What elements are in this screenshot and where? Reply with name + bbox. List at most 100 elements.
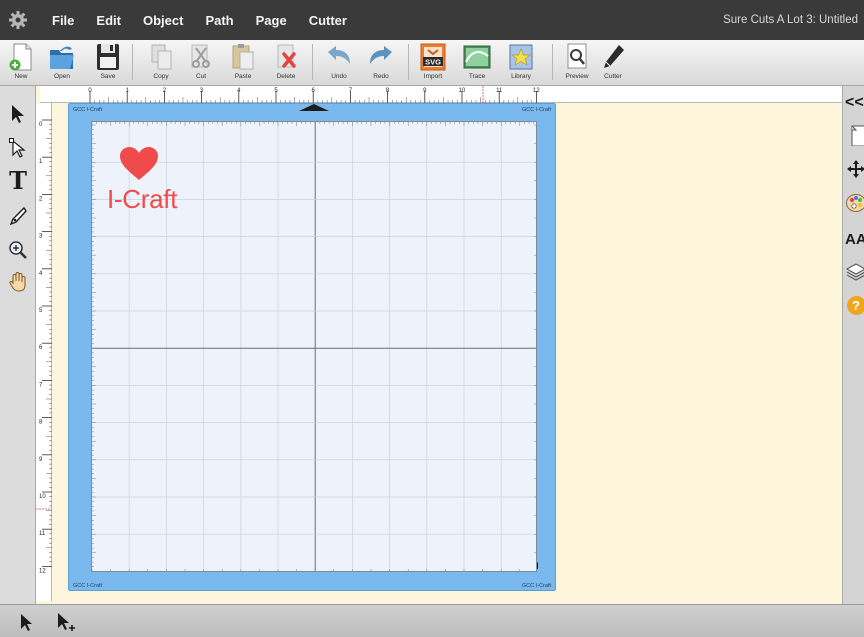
collapse-panel-icon[interactable]: <<	[845, 92, 864, 114]
new-button[interactable]: New	[6, 42, 36, 84]
ruler-tick-label: 5	[274, 88, 278, 94]
ruler-tick-label: 0	[88, 88, 92, 94]
select-arrow-icon[interactable]	[4, 100, 32, 128]
mat-brand-label: GCC I-Craft	[521, 583, 551, 589]
undo-label: Undo	[331, 73, 347, 80]
ruler-tick-label: 10	[459, 88, 466, 94]
page-icon[interactable]	[845, 124, 864, 146]
svg-badge-text: SVG	[425, 58, 441, 67]
copy-button[interactable]: Copy	[147, 42, 175, 84]
ruler-tick-label: 10	[39, 494, 46, 500]
ruler-tick-label: 11	[39, 531, 46, 537]
undo-button[interactable]: Undo	[324, 42, 354, 84]
ruler-tick-label: 1	[126, 88, 130, 94]
open-folder-icon	[50, 46, 74, 69]
menu-path[interactable]: Path	[194, 13, 244, 28]
menu-file[interactable]: File	[36, 13, 85, 28]
mat-feed-marker	[299, 104, 329, 111]
delete-label: Delete	[276, 73, 296, 80]
move-icon[interactable]	[845, 158, 864, 180]
design-canvas[interactable]: GCC I-Craft GCC I-Craft GCC I-Craft GCC …	[52, 103, 842, 601]
mat-brand-label: GCC I-Craft	[73, 583, 103, 589]
undo-arrow-icon	[328, 46, 350, 64]
import-button[interactable]: SVG Import	[418, 42, 448, 84]
ruler-tick-label: 2	[39, 196, 43, 202]
select-tool-icon[interactable]	[14, 610, 38, 634]
ruler-tick-label: 6	[312, 88, 316, 94]
pen-tool-icon[interactable]	[4, 202, 32, 230]
add-select-tool-icon[interactable]	[54, 610, 78, 634]
redo-arrow-icon	[370, 46, 392, 64]
color-palette-icon[interactable]	[845, 192, 864, 214]
ruler-tick-label: 1	[39, 159, 43, 165]
copy-icon	[151, 44, 172, 70]
redo-button[interactable]: Redo	[366, 42, 396, 84]
cut-button[interactable]: Cut	[187, 42, 215, 84]
library-star-icon	[509, 44, 533, 70]
toolbar-separator	[132, 44, 133, 80]
ruler-tick-label: 4	[39, 271, 43, 277]
help-icon[interactable]: ?	[845, 294, 864, 316]
vertical-ruler: 0 1 2 3 4 5 6 7 8 9 10 11 12	[36, 103, 52, 601]
hand-pan-icon[interactable]	[4, 268, 32, 296]
horizontal-ruler: 0 1 2 3 4 5 6 7 8 9 10 11 12	[40, 86, 842, 103]
app-window: File Edit Object Path Page Cutter Sure C…	[0, 0, 864, 637]
font-size-icon[interactable]: AA	[845, 228, 864, 250]
open-button[interactable]: Open	[48, 42, 76, 84]
menu-edit[interactable]: Edit	[85, 13, 132, 28]
cut-label: Cut	[195, 73, 207, 80]
library-label: Library	[511, 73, 531, 80]
zoom-icon[interactable]	[4, 236, 32, 264]
menu-cutter[interactable]: Cutter	[298, 13, 358, 28]
floppy-disk-icon	[97, 44, 119, 70]
magnifier-preview-icon	[567, 43, 587, 69]
paste-clipboard-icon	[232, 44, 254, 70]
ruler-tick-label: 4	[237, 88, 241, 94]
main-toolbar: New Open Save Copy Cut Paste Delete Undo…	[0, 40, 864, 86]
ruler-tick-label: 9	[39, 457, 43, 463]
horizontal-ruler-ticks: 0 1 2 3 4 5 6 7 8 9 10 11 12	[88, 86, 540, 103]
preview-label: Preview	[565, 73, 589, 80]
ruler-tick-label: 12	[533, 88, 540, 94]
menu-bar: File Edit Object Path Page Cutter Sure C…	[0, 0, 864, 40]
library-button[interactable]: Library	[506, 42, 536, 84]
ruler-tick-label: 7	[349, 88, 353, 94]
ruler-tick-label: 0	[39, 122, 43, 128]
delete-button[interactable]: Delete	[272, 42, 300, 84]
save-button[interactable]: Save	[94, 42, 122, 84]
ruler-tick-label: 5	[39, 308, 43, 314]
preview-button[interactable]: Preview	[562, 42, 592, 84]
scissors-icon	[191, 44, 210, 68]
toolbar-separator	[552, 44, 553, 80]
redo-label: Redo	[373, 73, 389, 80]
bottom-toolbar	[0, 604, 864, 637]
ruler-tick-label: 8	[386, 88, 390, 94]
window-title: Sure Cuts A Lot 3: Untitled	[723, 14, 858, 26]
mat-brand-label: GCC I-Craft	[521, 107, 551, 113]
copy-label: Copy	[153, 73, 169, 80]
trace-image-icon	[463, 45, 491, 69]
paste-button[interactable]: Paste	[229, 42, 257, 84]
delete-icon	[277, 44, 296, 68]
menu-page[interactable]: Page	[245, 13, 298, 28]
import-label: Import	[423, 73, 443, 80]
design-text-icraft[interactable]: I-Craft	[107, 184, 177, 215]
gear-icon[interactable]	[0, 0, 36, 40]
cutter-button[interactable]: Cutter	[598, 42, 628, 84]
heart-shape[interactable]	[119, 146, 159, 182]
ruler-tick-label: 3	[200, 88, 204, 94]
trace-button[interactable]: Trace	[462, 42, 492, 84]
node-edit-icon[interactable]	[4, 134, 32, 162]
new-document-icon	[9, 43, 32, 71]
text-tool-icon[interactable]: T	[4, 166, 32, 195]
layers-icon[interactable]	[845, 260, 864, 282]
new-label: New	[14, 73, 28, 80]
ruler-tick-label: 3	[39, 234, 43, 240]
toolbar-separator	[408, 44, 409, 80]
ruler-tick-label: 6	[39, 345, 43, 351]
left-tool-panel: T	[0, 86, 36, 604]
paste-label: Paste	[234, 73, 252, 80]
save-label: Save	[100, 73, 116, 80]
ruler-tick-label: 12	[39, 568, 46, 574]
menu-object[interactable]: Object	[132, 13, 194, 28]
